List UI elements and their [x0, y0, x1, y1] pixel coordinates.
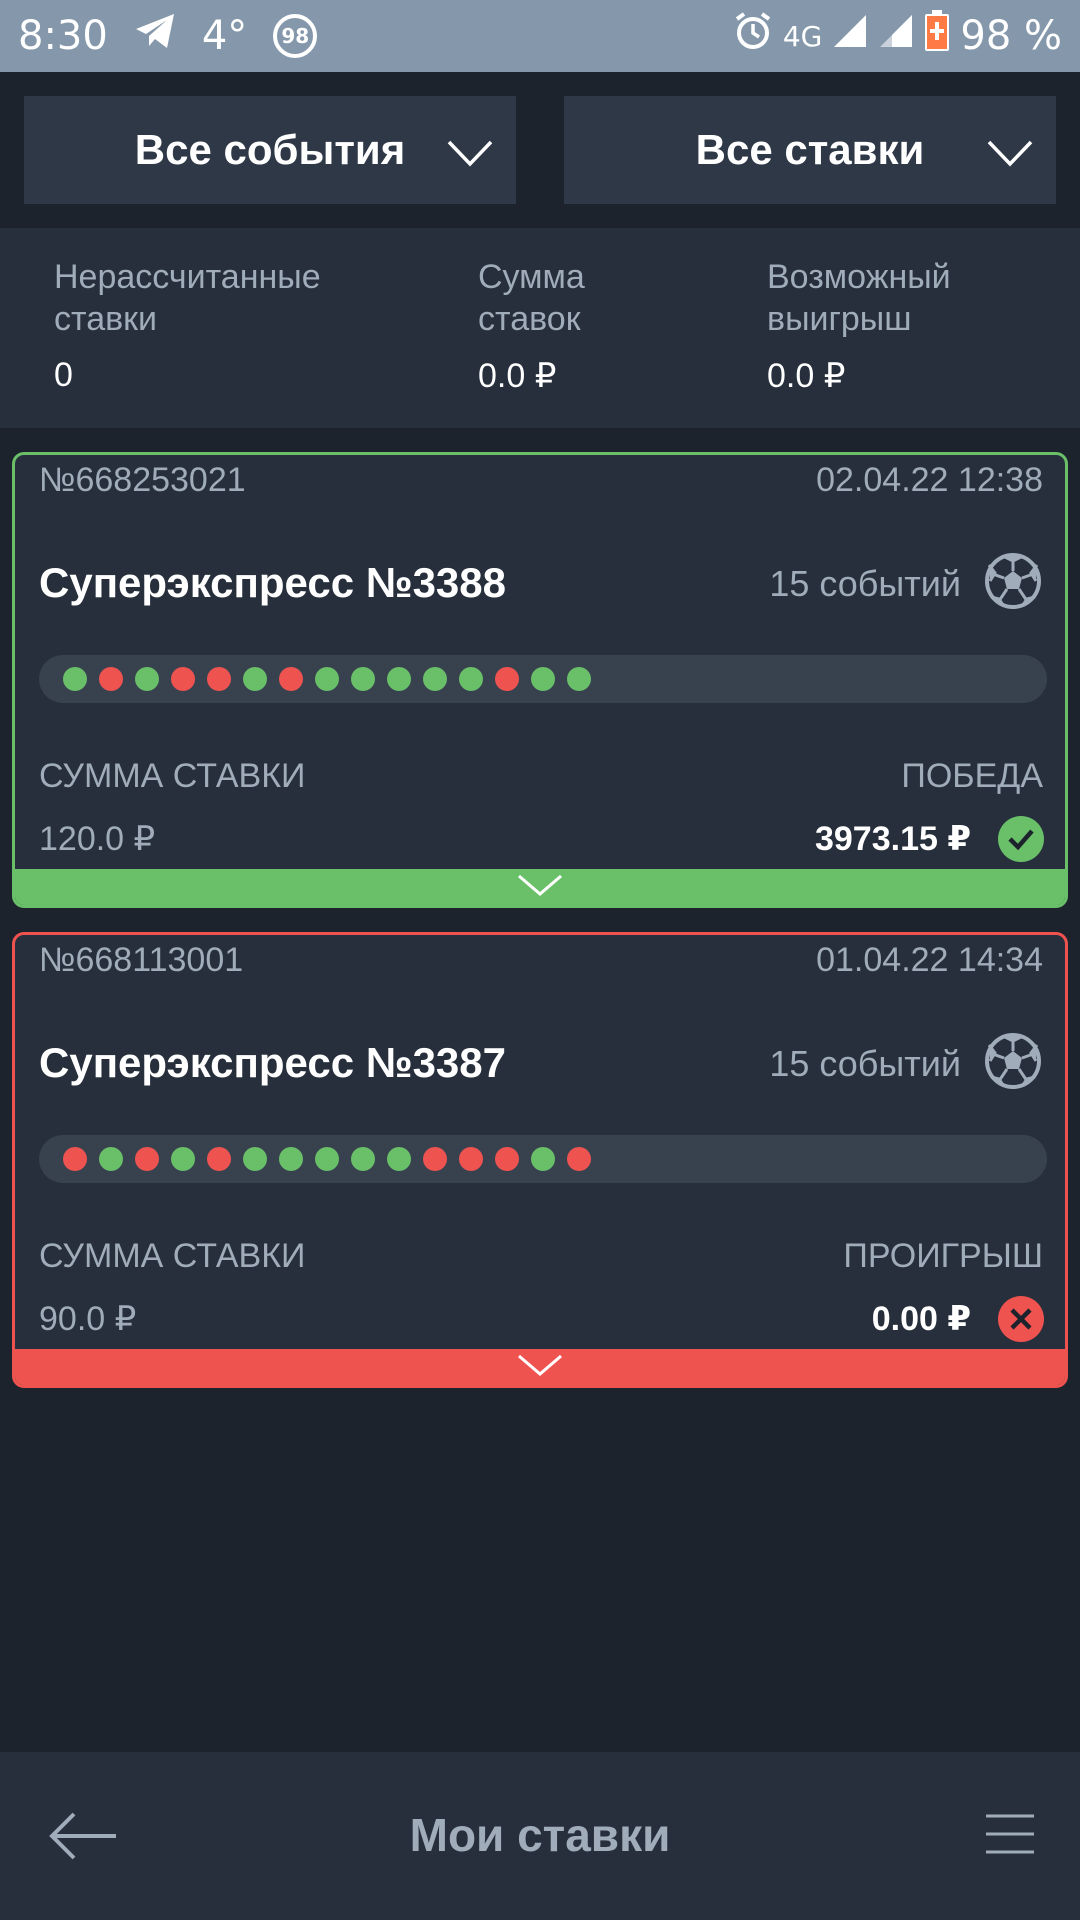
event-result-win-dot [531, 1147, 555, 1171]
bets-filter-label: Все ставки [695, 126, 925, 173]
event-result-loss-dot [207, 667, 231, 691]
event-result-win-dot [459, 667, 483, 691]
chevron-down-icon [446, 130, 494, 178]
event-result-win-dot [423, 667, 447, 691]
unsettled-bets-value: 0 [54, 356, 73, 394]
chevron-down-icon [517, 873, 563, 902]
battery-level: 98 % [960, 13, 1062, 59]
event-result-win-dot [279, 1147, 303, 1171]
event-result-loss-dot [495, 667, 519, 691]
unsettled-bets-label: Нерассчитанные ставки [54, 258, 321, 338]
event-result-loss-dot [135, 1147, 159, 1171]
event-result-win-dot [531, 667, 555, 691]
event-result-loss-dot [99, 667, 123, 691]
event-result-win-dot [567, 667, 591, 691]
bets-summary: Нерассчитанные ставки 0 Сумма ставок 0.0… [0, 228, 1080, 428]
bets-filter-dropdown[interactable]: Все ставки [564, 96, 1056, 204]
events-count: 15 событий [769, 563, 961, 604]
bet-card[interactable]: №668113001 01.04.22 14:34 Суперэкспресс … [12, 932, 1068, 1388]
status-bar: 8:30 4° 98 4G 98 % [0, 0, 1080, 72]
event-result-win-dot [387, 667, 411, 691]
payout-value: 0.00 ₽ [871, 1300, 971, 1338]
event-result-win-dot [135, 667, 159, 691]
screen-title: Мои ставки [409, 1809, 671, 1861]
events-result-track [39, 1135, 1047, 1183]
soccer-ball-icon [983, 551, 1043, 611]
events-filter-label: Все события [134, 126, 406, 173]
alarm-icon [733, 11, 773, 61]
event-result-loss-dot [567, 1147, 591, 1171]
stake-label: СУММА СТАВКИ [39, 757, 306, 795]
bet-title: Суперэкспресс №3387 [39, 1039, 507, 1086]
event-result-win-dot [171, 1147, 195, 1171]
event-result-win-dot [63, 667, 87, 691]
chevron-down-icon [517, 1353, 563, 1382]
bottom-navigation-bar: Мои ставки [0, 1752, 1080, 1920]
events-filter-dropdown[interactable]: Все события [24, 96, 516, 204]
cross-circle-icon [997, 1295, 1045, 1343]
outcome-label: ПОБЕДА [901, 757, 1043, 795]
possible-win-block: Возможный выигрыш 0.0 ₽ [767, 256, 951, 396]
event-result-loss-dot [171, 667, 195, 691]
event-result-win-dot [351, 667, 375, 691]
event-result-win-dot [387, 1147, 411, 1171]
event-result-win-dot [243, 1147, 267, 1171]
event-result-loss-dot [459, 1147, 483, 1171]
notification-badge-icon: 98 [273, 14, 318, 58]
network-type: 4G [782, 19, 823, 53]
signal-2-icon [878, 13, 914, 59]
payout-value: 3973.15 ₽ [814, 820, 971, 858]
event-result-loss-dot [207, 1147, 231, 1171]
battery-icon [924, 10, 950, 62]
menu-icon[interactable] [982, 1812, 1038, 1856]
event-result-win-dot [315, 667, 339, 691]
status-time: 8:30 [18, 13, 108, 59]
bet-title: Суперэкспресс №3388 [39, 559, 507, 606]
unsettled-bets-block: Нерассчитанные ставки 0 [54, 256, 321, 395]
bet-number: №668253021 [39, 461, 246, 499]
telegram-icon [134, 12, 176, 60]
events-count: 15 событий [769, 1043, 961, 1084]
filter-bar: Все события Все ставки [0, 72, 1080, 228]
weather-temperature: 4° [201, 13, 248, 59]
signal-icon [832, 13, 868, 59]
bet-date: 01.04.22 14:34 [816, 941, 1043, 979]
soccer-ball-icon [983, 1031, 1043, 1091]
event-result-loss-dot [495, 1147, 519, 1171]
possible-win-label: Возможный выигрыш [767, 258, 951, 338]
bet-card[interactable]: №668253021 02.04.22 12:38 Суперэкспресс … [12, 452, 1068, 908]
bet-number: №668113001 [39, 941, 244, 979]
event-result-loss-dot [423, 1147, 447, 1171]
outcome-label: ПРОИГРЫШ [843, 1237, 1043, 1275]
expand-bet-button[interactable] [15, 1349, 1065, 1385]
events-result-track [39, 655, 1047, 703]
check-circle-icon [997, 815, 1045, 863]
bets-sum-block: Сумма ставок 0.0 ₽ [478, 256, 585, 396]
bets-sum-value: 0.0 ₽ [478, 357, 557, 395]
chevron-down-icon [986, 130, 1034, 178]
event-result-loss-dot [63, 1147, 87, 1171]
stake-label: СУММА СТАВКИ [39, 1237, 306, 1275]
event-result-loss-dot [279, 667, 303, 691]
bet-date: 02.04.22 12:38 [816, 461, 1043, 499]
stake-value: 90.0 ₽ [39, 1300, 137, 1338]
expand-bet-button[interactable] [15, 869, 1065, 905]
stake-value: 120.0 ₽ [39, 820, 156, 858]
possible-win-value: 0.0 ₽ [767, 357, 846, 395]
event-result-win-dot [99, 1147, 123, 1171]
event-result-win-dot [315, 1147, 339, 1171]
bets-sum-label: Сумма ставок [478, 258, 585, 338]
event-result-win-dot [243, 667, 267, 691]
event-result-win-dot [351, 1147, 375, 1171]
